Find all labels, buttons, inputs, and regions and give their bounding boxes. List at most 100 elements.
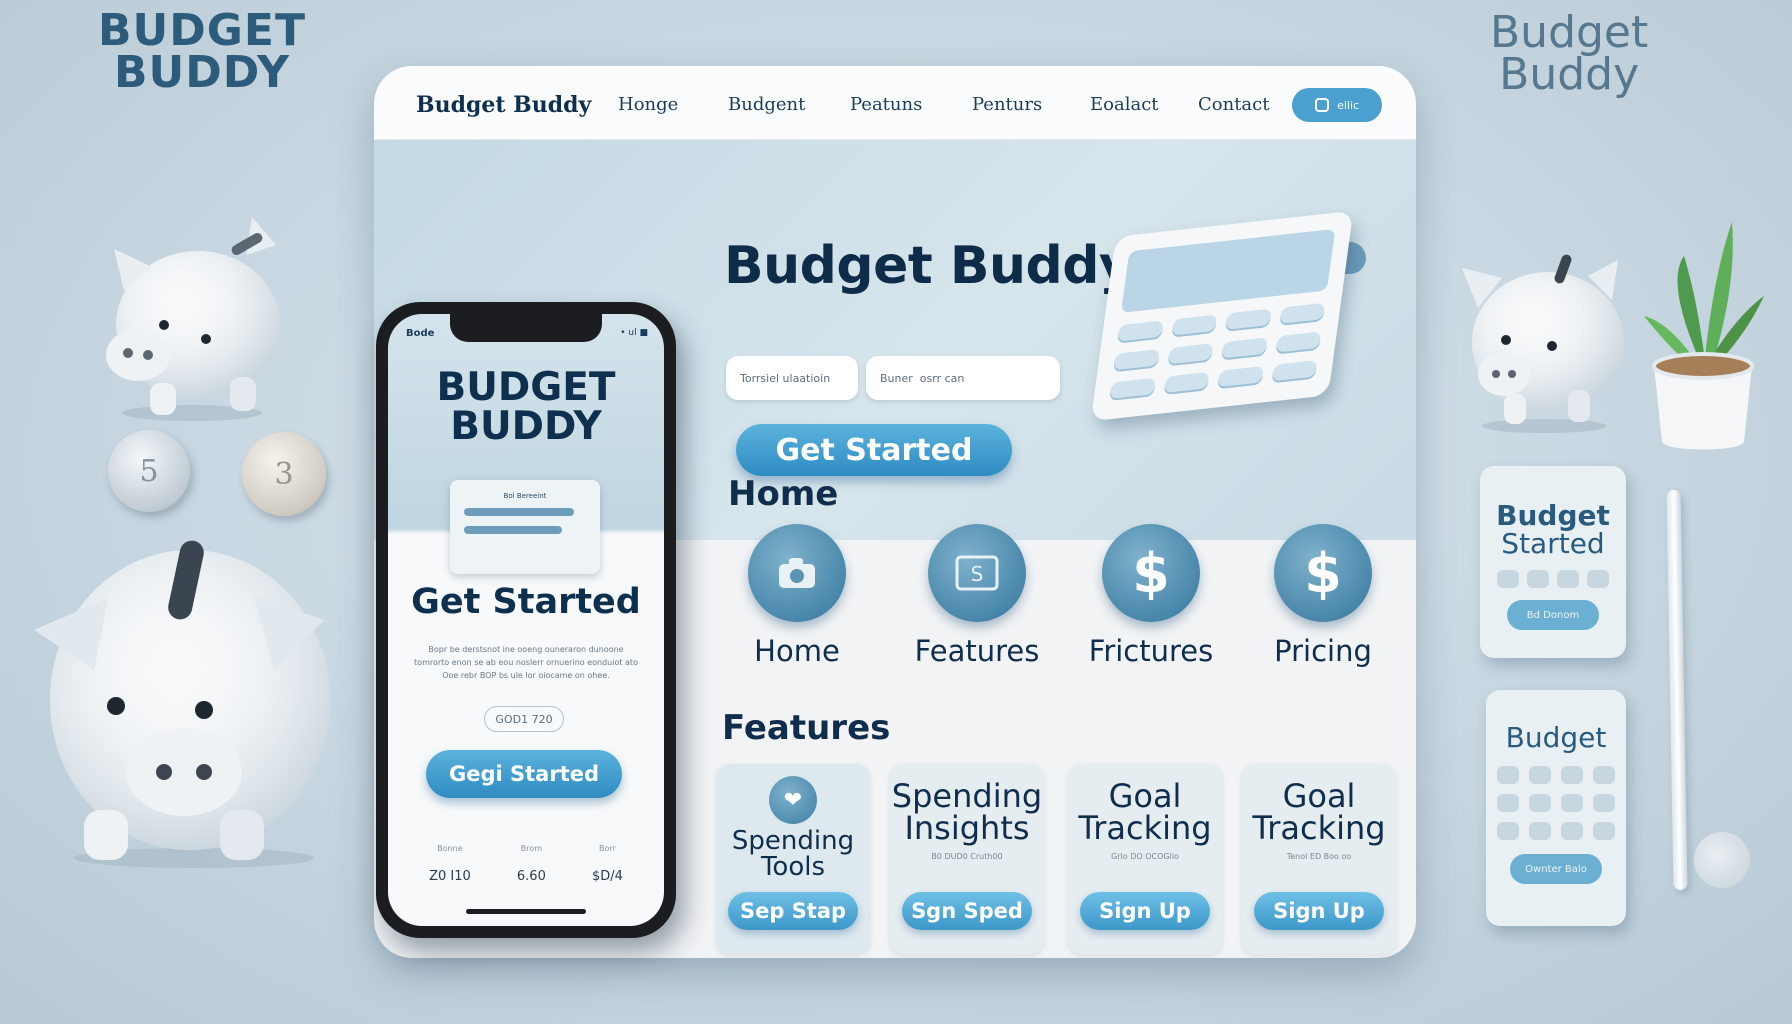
hero-input-secondary[interactable]	[866, 356, 1060, 400]
hero-title: Budget Buddy	[724, 236, 1133, 296]
piggy-bank-icon	[1462, 254, 1624, 433]
nav-link-penturs[interactable]: Penturs	[972, 94, 1042, 115]
receipt-line	[464, 508, 574, 516]
key	[1561, 822, 1583, 840]
get-started-button[interactable]: Get Started	[736, 424, 1012, 476]
phone-stat-label: Bonne	[437, 844, 463, 853]
pen-cap-icon	[1694, 832, 1750, 888]
key	[1529, 822, 1551, 840]
key	[1170, 314, 1218, 338]
feature-card-title: Spending Tools	[731, 826, 855, 882]
phone-stats: Bonne Z0 I10 Brom 6.60 Borr $D/4	[406, 844, 646, 884]
heart-hand-icon: ❤	[769, 776, 817, 824]
feature-card-subtitle: Grlo DO OCOGlio	[1111, 852, 1179, 861]
feature-card-spending-tools: ❤ Spending Tools Sep Stap	[716, 764, 870, 954]
nav-link-eoalact[interactable]: Eoalact	[1090, 94, 1159, 115]
coin-numeral: 3	[274, 456, 294, 492]
features-section-title: Features	[722, 708, 891, 748]
dot	[1497, 570, 1519, 588]
side-card-button[interactable]: Bd Donom	[1507, 600, 1599, 630]
potted-plant-icon	[1644, 222, 1764, 450]
nav-brand[interactable]: Budget Buddy	[416, 92, 591, 118]
phone-screen: Bode • ul ■ BUDGET BUDDY Bol Bereeint Ge…	[388, 314, 664, 926]
feature-card-goal-tracking: Goal Tracking Grlo DO OCOGlio Sign Up	[1068, 764, 1222, 954]
key	[1270, 360, 1318, 384]
key	[1278, 302, 1326, 326]
feature-card-title: Spending Insights	[891, 777, 1043, 847]
key	[1112, 349, 1160, 373]
receipt-label: Bol Bereeint	[503, 492, 547, 500]
key	[1216, 366, 1264, 390]
phone-chip[interactable]: GOD1 720	[484, 706, 564, 732]
home-item-label: Home	[754, 634, 840, 668]
dot	[1557, 570, 1579, 588]
nav-link-contact[interactable]: Contact	[1198, 94, 1269, 115]
calculator-keys	[1108, 302, 1326, 402]
phone-notch	[450, 314, 602, 342]
frictures-item[interactable]: $ Frictures	[1076, 524, 1226, 668]
piggy-bank-icon	[34, 540, 330, 868]
key	[1497, 822, 1519, 840]
home-item[interactable]: Home	[722, 524, 872, 668]
feature-card-button[interactable]: Sgn Sped	[902, 892, 1032, 930]
corner-logo-line: BUDGET	[98, 5, 306, 56]
side-card-title-line: Started	[1501, 527, 1605, 560]
side-card-button[interactable]: Ownter Balo	[1510, 854, 1602, 884]
corner-logo-line: Buddy	[1499, 48, 1640, 100]
piggy-bank-icon	[106, 217, 280, 421]
phone-receipt: Bol Bereeint	[450, 480, 600, 574]
top-nav: Budget Buddy Honge Budgent Peatuns Pentu…	[374, 66, 1416, 140]
corner-logo-left: BUDGET BUDDY	[98, 5, 306, 98]
features-item-label: Features	[914, 634, 1040, 668]
feature-card-title: Goal Tracking	[1252, 777, 1386, 847]
side-card-dots	[1480, 570, 1626, 588]
phone-title: BUDGET BUDDY	[388, 368, 664, 446]
calculator-icon	[1090, 210, 1354, 422]
feature-card-button[interactable]: Sign Up	[1254, 892, 1384, 930]
dollar-card-icon: S	[928, 524, 1026, 622]
hero-input-primary[interactable]	[726, 356, 858, 400]
receipt-line	[464, 526, 562, 534]
key	[1224, 308, 1272, 332]
corner-logo-line: BUDDY	[114, 46, 290, 98]
phone-get-started-button[interactable]: Gegi Started	[426, 750, 622, 798]
key	[1593, 794, 1615, 812]
nav-link-budgent[interactable]: Budgent	[728, 94, 805, 115]
nav-link-peatuns[interactable]: Peatuns	[850, 94, 922, 115]
nav-link-honge[interactable]: Honge	[618, 94, 678, 115]
feature-card-subtitle: Tenol ED Boo oo	[1286, 852, 1352, 861]
key	[1497, 766, 1519, 784]
nav-cta-button[interactable]: ellic	[1292, 88, 1382, 122]
pricing-item[interactable]: $ Pricing	[1248, 524, 1398, 668]
dollar-icon: $	[1102, 524, 1200, 622]
key	[1529, 766, 1551, 784]
coin-icon: 3	[242, 432, 326, 516]
side-card-title: Budget Started	[1480, 502, 1626, 558]
key	[1162, 371, 1210, 396]
features-item[interactable]: S Features	[902, 524, 1052, 668]
feature-card-spending-insights: Spending Insights B0 DUD0 Cruth00 Sgn Sp…	[890, 764, 1044, 954]
home-section-title: Home	[728, 474, 839, 514]
coin-numeral: 5	[139, 453, 159, 489]
phone-status-right: • ul ■	[620, 328, 648, 338]
key	[1166, 343, 1214, 367]
feature-card-title: Goal Tracking	[1078, 777, 1212, 847]
nav-cta-label: ellic	[1334, 98, 1360, 112]
phone-get-started-heading: Get Started	[411, 582, 641, 622]
key	[1220, 337, 1268, 361]
side-card-title: Budget	[1505, 721, 1607, 754]
dollar-icon: $	[1274, 524, 1372, 622]
phone-title-line: BUDDY	[450, 404, 602, 449]
pen-icon	[1666, 489, 1688, 891]
svg-text:S: S	[971, 562, 984, 586]
feature-card-button[interactable]: Sep Stap	[728, 892, 858, 930]
key	[1561, 794, 1583, 812]
frictures-item-label: Frictures	[1088, 634, 1214, 668]
corner-logo-line: Budget	[1490, 7, 1649, 58]
feature-card-button[interactable]: Sign Up	[1080, 892, 1210, 930]
key	[1593, 822, 1615, 840]
phone-stat: Bonne Z0 I10	[429, 844, 471, 884]
side-card-budget: Budget Ownter Balo	[1486, 690, 1626, 926]
chat-icon	[1314, 98, 1329, 112]
phone-stat-value: 6.60	[516, 869, 546, 884]
